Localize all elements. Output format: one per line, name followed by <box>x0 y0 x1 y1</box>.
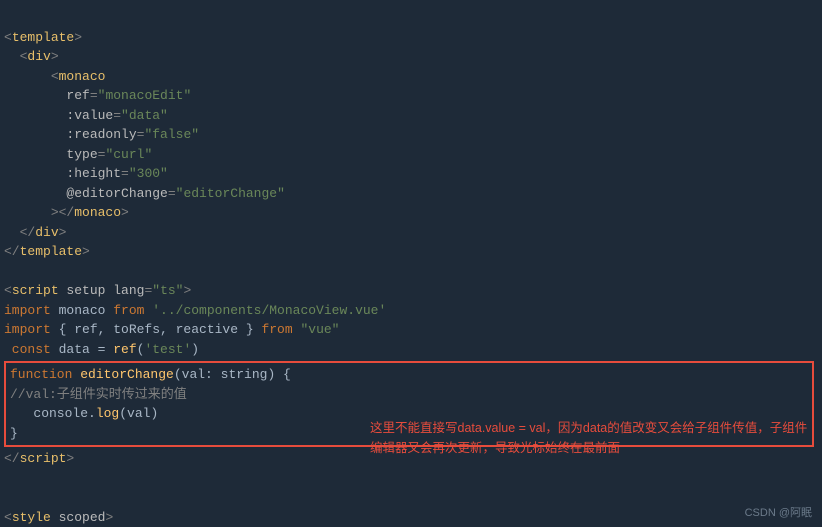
punct: > <box>82 244 90 259</box>
attr: ref <box>66 88 89 103</box>
punct: > <box>183 283 191 298</box>
identifier: console. <box>10 406 96 421</box>
function: ref <box>113 342 136 357</box>
string: "monacoEdit" <box>98 88 192 103</box>
attr: scoped <box>51 510 106 525</box>
punct: < <box>51 69 59 84</box>
punct: = <box>113 108 121 123</box>
attr: :value <box>66 108 113 123</box>
attr: :height <box>66 166 121 181</box>
punct: ></ <box>51 205 74 220</box>
string: "editorChange" <box>176 186 285 201</box>
string: '../components/MonacoView.vue' <box>152 303 386 318</box>
punct: > <box>66 451 74 466</box>
punct: > <box>74 30 82 45</box>
punct: > <box>51 49 59 64</box>
watermark: CSDN @阿眠 <box>745 505 812 522</box>
tag: monaco <box>59 69 106 84</box>
attr: setup <box>59 283 114 298</box>
punct: < <box>4 283 12 298</box>
string: "ts" <box>152 283 183 298</box>
identifier: data = <box>59 342 114 357</box>
function: log <box>96 406 119 421</box>
keyword: import <box>4 303 59 318</box>
string: "data" <box>121 108 168 123</box>
annotation-text: 这里不能直接写data.value = val，因为data的值改变又会给子组件… <box>370 418 810 458</box>
punct: </ <box>4 451 20 466</box>
identifier: (val) <box>119 406 158 421</box>
punct: </ <box>20 225 36 240</box>
punct: > <box>105 510 113 525</box>
punct: = <box>90 88 98 103</box>
punct: > <box>121 205 129 220</box>
string: 'test' <box>144 342 191 357</box>
keyword: from <box>261 322 300 337</box>
attr: :readonly <box>66 127 136 142</box>
identifier: ) <box>191 342 199 357</box>
tag: div <box>35 225 58 240</box>
string: "curl" <box>105 147 152 162</box>
identifier: (val: string) { <box>174 367 291 382</box>
keyword: from <box>113 303 152 318</box>
keyword: import <box>4 322 59 337</box>
tag: template <box>20 244 82 259</box>
tag: style <box>12 510 51 525</box>
comment: //val:子组件实时传过来的值 <box>10 387 187 402</box>
punct: </ <box>4 244 20 259</box>
string: "300" <box>129 166 168 181</box>
punct: = <box>168 186 176 201</box>
punct: > <box>59 225 67 240</box>
tag: div <box>27 49 50 64</box>
keyword: const <box>4 342 59 357</box>
attr: @editorChange <box>66 186 167 201</box>
identifier: { ref, toRefs, reactive } <box>59 322 262 337</box>
tag: monaco <box>74 205 121 220</box>
keyword: function <box>10 367 80 382</box>
tag: script <box>12 283 59 298</box>
attr: type <box>66 147 97 162</box>
identifier: } <box>10 426 18 441</box>
string: "false" <box>144 127 199 142</box>
string: "vue" <box>300 322 339 337</box>
punct: < <box>4 510 12 525</box>
tag: script <box>20 451 67 466</box>
identifier: monaco <box>59 303 114 318</box>
attr: lang <box>113 283 144 298</box>
function: editorChange <box>80 367 174 382</box>
tag: template <box>12 30 74 45</box>
punct: = <box>121 166 129 181</box>
punct: < <box>4 30 12 45</box>
